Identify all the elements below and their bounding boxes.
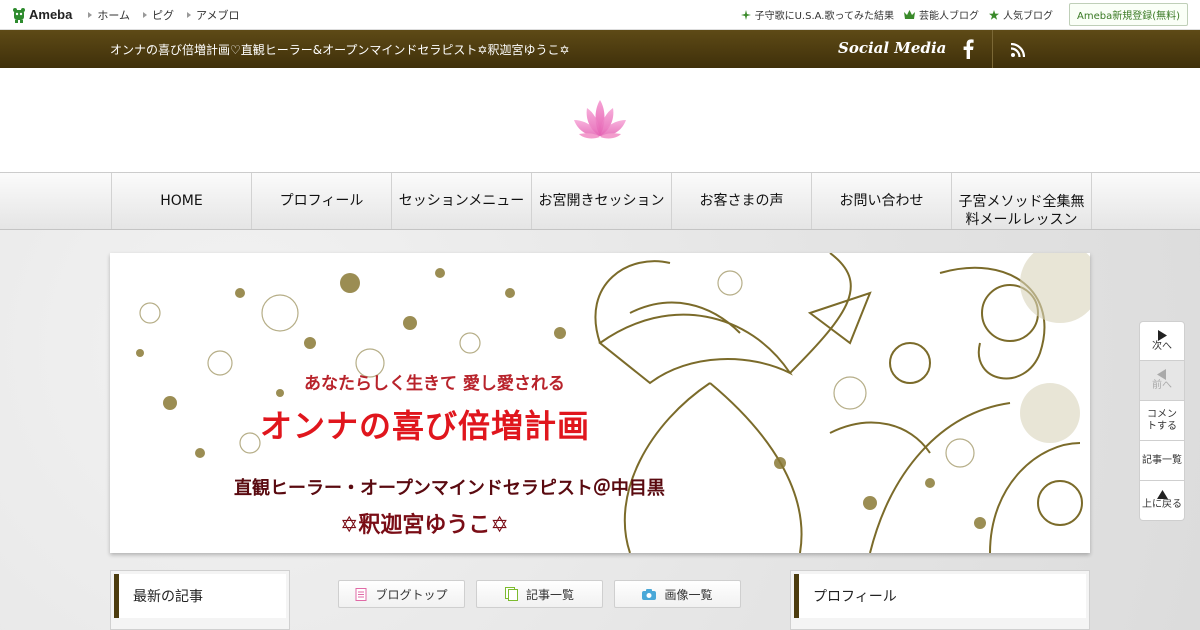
trending-link-label: 子守歌にU.S.A.歌ってみた結果 — [754, 11, 894, 22]
image-list-label: 画像一覧 — [664, 587, 713, 602]
header-divider — [992, 30, 993, 68]
ameba-right-links: 子守歌にU.S.A.歌ってみた結果 芸能人ブログ 人気ブログ Ameba新規登録… — [731, 3, 1188, 26]
trending-link[interactable]: 子守歌にU.S.A.歌ってみた結果 — [740, 7, 894, 22]
back-to-top-label: 上に戻る — [1142, 499, 1182, 510]
floral-decoration — [136, 253, 1090, 553]
gnav-home[interactable]: HOME — [112, 173, 252, 229]
gnav-customer-voices[interactable]: お客さまの声 — [672, 173, 812, 229]
arrow-icon — [143, 11, 148, 18]
gnav-omiya-session[interactable]: お宮開きセッション — [532, 173, 672, 229]
comment-label: コメントする — [1147, 408, 1177, 432]
celebrity-blog-link[interactable]: 芸能人ブログ — [903, 7, 979, 22]
gnav-session-menu[interactable]: セッションメニュー — [392, 173, 532, 229]
gnav-contact[interactable]: お問い合わせ — [812, 173, 952, 229]
banner-role: 直観ヒーラー・オープンマインドセラピスト＠中目黒 — [234, 478, 665, 499]
global-navigation: HOME プロフィール セッションメニュー お宮開きセッション お客さまの声 お… — [0, 172, 1200, 230]
blog-top-label: ブログトップ — [375, 587, 448, 602]
ameba-logo-text: Ameba — [29, 7, 73, 22]
post-list-label: 記事一覧 — [525, 587, 574, 602]
post-list-pager-label: 記事一覧 — [1142, 454, 1182, 466]
prev-label: 前へ — [1152, 380, 1172, 391]
next-button[interactable]: 次へ — [1139, 321, 1185, 361]
nav-link-ameblo[interactable]: アメブロ — [187, 7, 239, 23]
popular-blog-link[interactable]: 人気ブログ — [988, 7, 1053, 22]
social-media-label: Social Media — [838, 39, 947, 57]
nav-link-label: ホーム — [97, 8, 131, 22]
nav-link-pigg[interactable]: ピグ — [143, 7, 174, 23]
nav-link-home[interactable]: ホーム — [88, 7, 130, 23]
play-right-icon — [1158, 329, 1167, 341]
star-icon — [988, 9, 999, 20]
arrow-icon — [88, 11, 93, 18]
sparkle-icon — [740, 9, 751, 20]
prev-button[interactable]: 前へ — [1139, 361, 1185, 401]
blog-header: オンナの喜び倍増計画♡直観ヒーラー&オープンマインドセラピスト✡釈迦宮ゆうこ✡ … — [0, 30, 1200, 68]
image-list-button[interactable]: 画像一覧 — [614, 580, 741, 608]
arrow-icon — [187, 11, 192, 18]
lotus-logo-icon — [574, 100, 626, 139]
rss-icon[interactable] — [1011, 43, 1025, 57]
facebook-icon[interactable] — [962, 39, 974, 59]
banner-subtitle: あなたらしく生きて 愛し愛される — [304, 374, 565, 394]
back-to-top-button[interactable]: 上に戻る — [1139, 481, 1185, 521]
gnav-mail-lesson[interactable]: 子宮メソッド全集無料メールレッスン — [952, 173, 1092, 229]
hero-banner: あなたらしく生きて 愛し愛される オンナの喜び倍増計画 直観ヒーラー・オープンマ… — [110, 253, 1090, 553]
ameba-logo[interactable]: Ameba — [12, 7, 72, 23]
ameba-service-nav: ホーム ピグ アメブロ — [88, 7, 252, 23]
triangle-up-icon — [1156, 490, 1168, 499]
ameba-mascot-icon — [13, 7, 25, 23]
camera-icon — [642, 588, 657, 600]
blog-sub-nav: ブログトップ 記事一覧 画像一覧 — [338, 580, 752, 608]
floating-pager: 次へ 前へ コメントする 記事一覧 上に戻る — [1139, 321, 1185, 521]
popular-blog-label: 人気ブログ — [1002, 11, 1053, 22]
nav-link-label: アメブロ — [196, 8, 240, 22]
comment-button[interactable]: コメントする — [1139, 401, 1185, 441]
next-label: 次へ — [1152, 340, 1172, 352]
blog-title[interactable]: オンナの喜び倍増計画♡直観ヒーラー&オープンマインドセラピスト✡釈迦宮ゆうこ✡ — [110, 41, 570, 58]
profile-heading: プロフィール — [794, 574, 1086, 618]
ameba-header-bar: Ameba ホーム ピグ アメブロ 子守歌にU.S.A.歌ってみた結果 芸能人ブ… — [0, 0, 1200, 30]
register-button[interactable]: Ameba新規登録(無料) — [1068, 3, 1188, 26]
document-icon — [355, 587, 367, 601]
crown-icon — [903, 10, 915, 19]
logo-band — [0, 68, 1200, 172]
nav-link-label: ピグ — [152, 8, 175, 22]
banner-name: ✡釈迦宮ゆうこ✡ — [340, 513, 509, 538]
recent-posts-heading: 最新の記事 — [114, 574, 286, 618]
copy-icon — [504, 587, 518, 601]
banner-title: オンナの喜び倍増計画 — [260, 407, 591, 445]
gnav-profile[interactable]: プロフィール — [252, 173, 392, 229]
profile-box: プロフィール — [790, 570, 1090, 630]
blog-top-button[interactable]: ブログトップ — [338, 580, 465, 608]
play-left-icon — [1157, 369, 1166, 380]
post-list-button[interactable]: 記事一覧 — [476, 580, 603, 608]
post-list-pager-button[interactable]: 記事一覧 — [1139, 441, 1185, 481]
celebrity-blog-label: 芸能人ブログ — [918, 11, 979, 22]
recent-posts-box: 最新の記事 — [110, 570, 290, 630]
